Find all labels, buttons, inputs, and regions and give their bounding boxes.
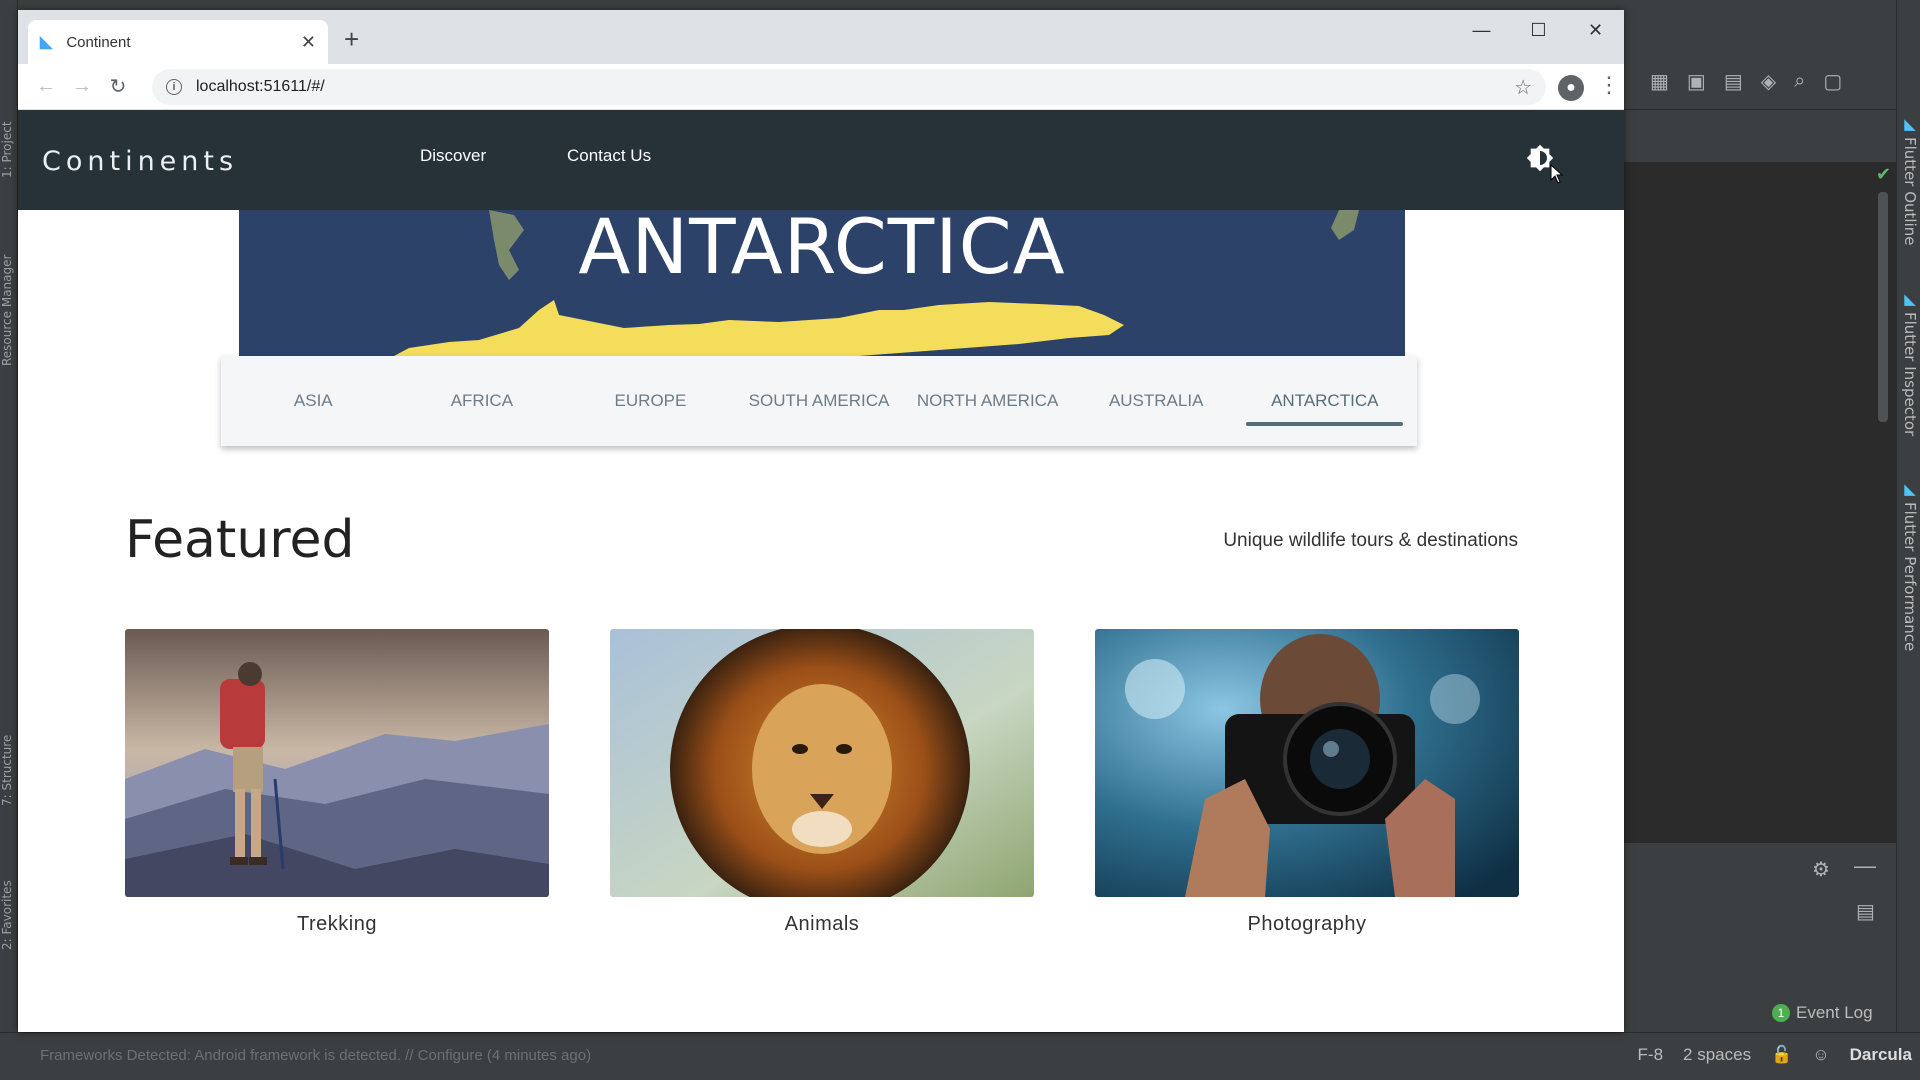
browser-window: ◣ Continent ✕ + — ☐ ✕ ← → ↻ i localhost:… xyxy=(18,10,1624,1032)
new-tab-button[interactable]: + xyxy=(344,24,359,55)
tab-title: Continent xyxy=(66,33,131,51)
event-log-button[interactable]: 1 Event Log xyxy=(1772,1003,1873,1023)
encoding-indicator[interactable]: F-8 xyxy=(1638,1045,1664,1065)
tab-europe[interactable]: EUROPE xyxy=(566,356,735,446)
ide-editor-panel: ✔ xyxy=(1624,162,1896,842)
browser-tab-strip: ◣ Continent ✕ + — ☐ ✕ xyxy=(18,10,1624,64)
user-icon[interactable]: ▢ xyxy=(1823,69,1842,94)
browser-toolbar: ← → ↻ i localhost:51611/#/ ☆ ● ⋮ xyxy=(18,64,1624,110)
nav-contact-us[interactable]: Contact Us xyxy=(567,146,651,166)
check-icon: ✔ xyxy=(1876,164,1892,184)
photography-photo[interactable] xyxy=(1095,629,1519,897)
package-icon[interactable]: ◈ xyxy=(1761,69,1776,94)
flutter-app-page: Continents Discover Contact Us ANTARCTIC… xyxy=(18,110,1624,1032)
card-caption: Animals xyxy=(784,913,860,935)
back-icon[interactable]: ← xyxy=(28,75,64,98)
tab-australia[interactable]: AUSTRALIA xyxy=(1072,356,1241,446)
window-controls: — ☐ ✕ xyxy=(1453,10,1624,50)
flutter-performance-label: Flutter Performance xyxy=(1901,502,1919,652)
card-caption: Trekking xyxy=(297,913,377,935)
profile-icon[interactable]: ● xyxy=(1558,75,1584,101)
device-icon[interactable]: ▤ xyxy=(1724,69,1743,94)
tab-south-america[interactable]: SOUTH AMERICA xyxy=(735,356,904,446)
inspector-icon[interactable]: ☺ xyxy=(1812,1045,1829,1065)
flutter-outline-label: Flutter Outline xyxy=(1901,137,1919,246)
flutter-favicon-icon: ◣ xyxy=(40,34,53,51)
event-log-label: Event Log xyxy=(1796,1003,1873,1022)
tab-antarctica[interactable]: ANTARCTICA xyxy=(1240,356,1409,446)
flutter-inspector-label: Flutter Inspector xyxy=(1901,312,1919,437)
status-right-group: F-8 2 spaces 🔓 ☺ Darcula xyxy=(1638,1045,1912,1065)
browser-tab[interactable]: ◣ Continent ✕ xyxy=(28,20,328,64)
ide-bottom-panel: ⚙ — ▤ xyxy=(1624,842,1896,957)
address-bar[interactable]: i localhost:51611/#/ ☆ xyxy=(152,69,1546,105)
flutter-icon: ◣ xyxy=(1901,290,1919,308)
search-icon[interactable]: ⌕ xyxy=(1794,70,1805,93)
close-tab-icon[interactable]: ✕ xyxy=(301,32,316,53)
flutter-performance-tab[interactable]: ◣ Flutter Performance xyxy=(1899,480,1919,651)
continent-hero-banner: ANTARCTICA xyxy=(239,210,1405,356)
lock-icon[interactable]: 🔓 xyxy=(1771,1045,1792,1065)
gear-icon[interactable]: ⚙ xyxy=(1812,857,1830,882)
card-caption: Photography xyxy=(1247,913,1367,935)
minimize-icon[interactable]: — xyxy=(1453,10,1510,50)
tab-africa[interactable]: AFRICA xyxy=(398,356,567,446)
flutter-icon: ◣ xyxy=(1901,115,1919,133)
featured-heading: Featured xyxy=(125,510,355,570)
ide-tab-project[interactable]: 1: Project xyxy=(0,110,18,190)
bookmark-star-icon[interactable]: ☆ xyxy=(1514,75,1532,100)
reload-icon[interactable]: ↻ xyxy=(100,74,136,99)
trekking-photo[interactable] xyxy=(125,629,549,897)
event-count-badge: 1 xyxy=(1772,1004,1790,1022)
url-text[interactable]: localhost:51611/#/ xyxy=(196,78,1514,96)
ide-right-rail: ◣ Flutter Outline ◣ Flutter Inspector ◣ Flu… xyxy=(1896,0,1920,1080)
editor-scrollbar[interactable] xyxy=(1878,192,1888,422)
flutter-inspector-tab[interactable]: ◣ Flutter Inspector xyxy=(1899,290,1919,436)
menu-kebab-icon[interactable]: ⋮ xyxy=(1598,72,1620,98)
nav-discover[interactable]: Discover xyxy=(420,146,486,166)
ide-left-tool-strip: 1: Project Resource Manager 7: Structure… xyxy=(0,0,18,1080)
indent-indicator[interactable]: 2 spaces xyxy=(1683,1045,1751,1065)
ide-tab-resource-manager[interactable]: Resource Manager xyxy=(0,240,18,380)
status-message[interactable]: Frameworks Detected: Android framework i… xyxy=(40,1047,591,1064)
ide-right-toolbar: ▦ ▣ ▤ ◈ ⌕ ▢ xyxy=(1624,54,1896,110)
site-info-icon[interactable]: i xyxy=(166,79,182,95)
forward-icon[interactable]: → xyxy=(64,75,100,98)
folder-icon[interactable]: ▦ xyxy=(1650,69,1669,94)
close-window-icon[interactable]: ✕ xyxy=(1567,10,1624,50)
feature-card-trekking[interactable]: Trekking xyxy=(125,629,549,936)
animals-photo[interactable] xyxy=(610,629,1034,897)
minimize-panel-icon[interactable]: — xyxy=(1854,853,1876,879)
hero-title: ANTARCTICA xyxy=(578,210,1066,291)
featured-subtitle: Unique wildlife tours & destinations xyxy=(1223,530,1518,551)
tab-north-america[interactable]: NORTH AMERICA xyxy=(903,356,1072,446)
ide-tab-favorites[interactable]: 2: Favorites xyxy=(0,865,18,965)
app-bar: Continents Discover Contact Us xyxy=(18,110,1624,210)
app-brand[interactable]: Continents xyxy=(42,146,238,177)
feature-card-photography[interactable]: Photography xyxy=(1095,629,1519,936)
theme-indicator[interactable]: Darcula xyxy=(1850,1045,1912,1065)
flutter-icon: ◣ xyxy=(1901,480,1919,498)
maximize-icon[interactable]: ☐ xyxy=(1510,10,1567,50)
layout-icon[interactable]: ▤ xyxy=(1856,899,1875,924)
flutter-outline-tab[interactable]: ◣ Flutter Outline xyxy=(1899,115,1919,246)
continent-tab-bar: ASIA AFRICA EUROPE SOUTH AMERICA NORTH A… xyxy=(221,356,1417,446)
terminal-icon[interactable]: ▣ xyxy=(1687,69,1706,94)
ide-status-bar: Frameworks Detected: Android framework i… xyxy=(0,1032,1920,1080)
ide-tab-structure[interactable]: 7: Structure xyxy=(0,720,18,820)
feature-card-animals[interactable]: Animals xyxy=(610,629,1034,936)
mouse-cursor-icon xyxy=(1550,164,1564,184)
tab-asia[interactable]: ASIA xyxy=(229,356,398,446)
